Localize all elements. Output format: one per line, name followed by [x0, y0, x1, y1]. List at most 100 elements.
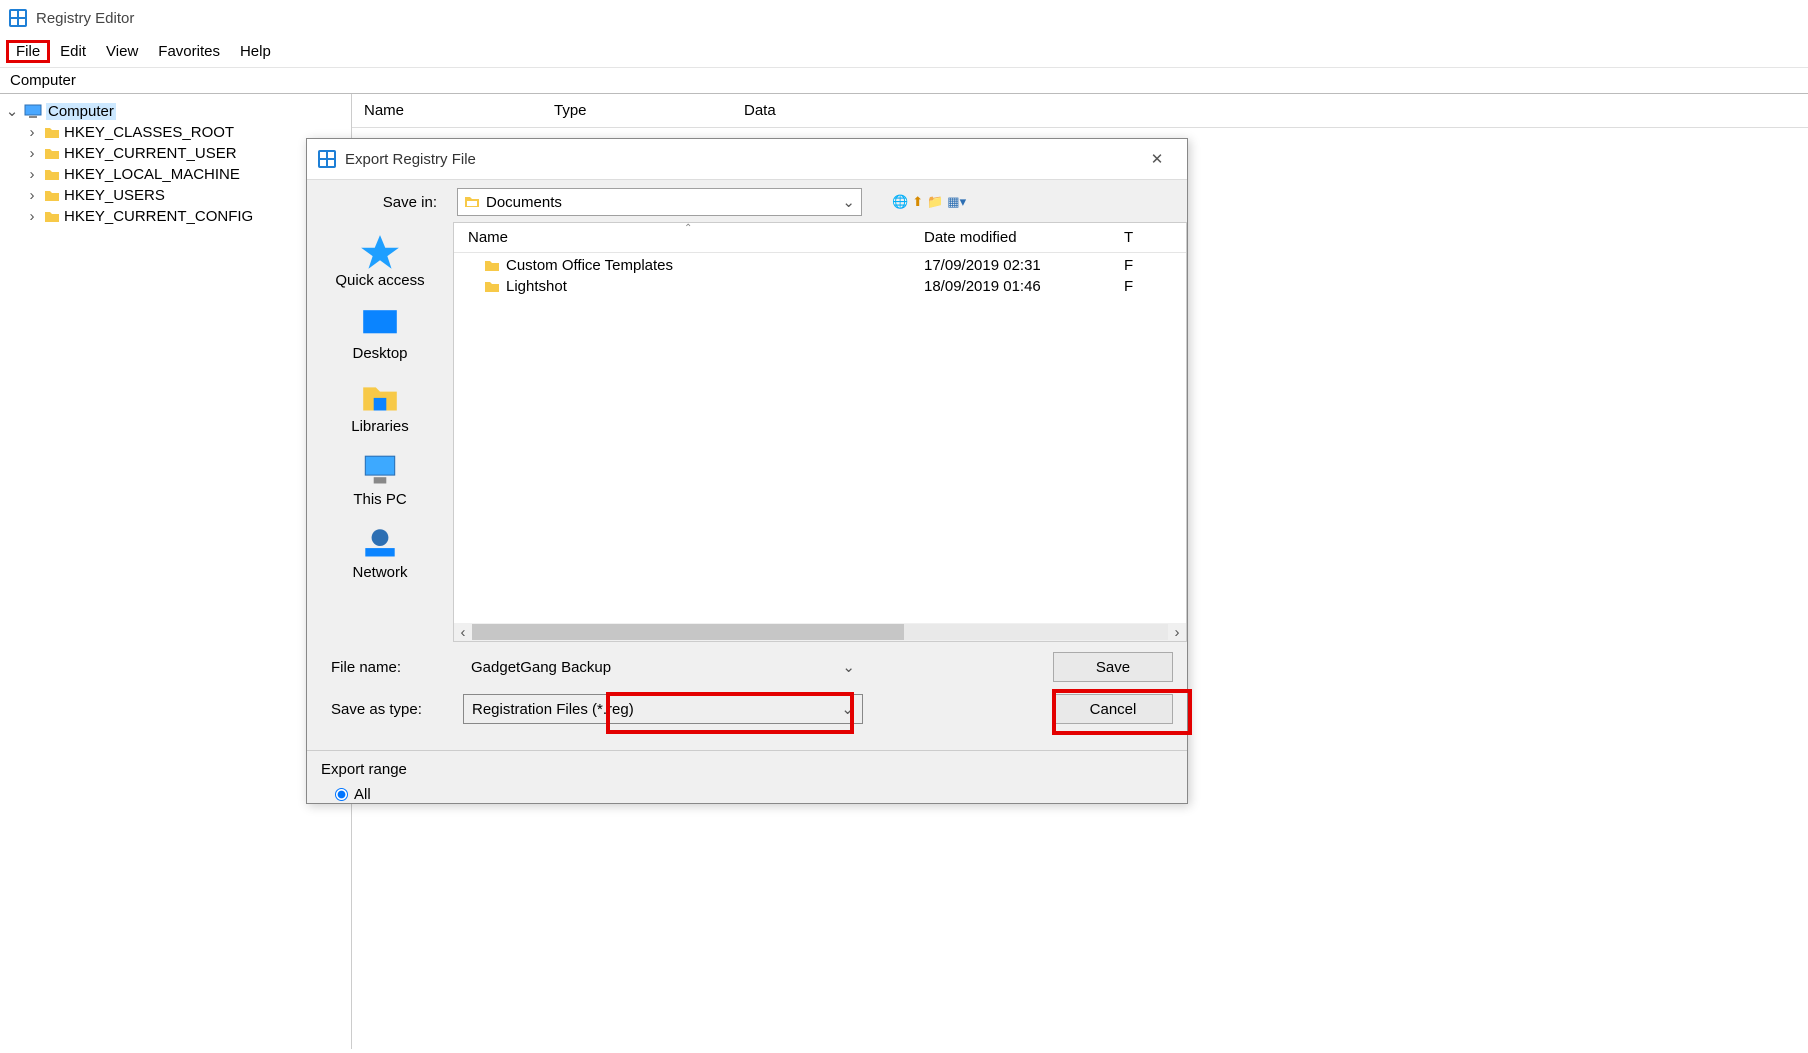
file-date: 17/09/2019 02:31 [924, 257, 1124, 274]
horizontal-scrollbar[interactable]: ‹ › [454, 623, 1186, 641]
folder-icon [44, 209, 60, 225]
up-icon[interactable]: ⬆ [912, 194, 923, 210]
cancel-button[interactable]: Cancel [1053, 694, 1173, 724]
tree-key[interactable]: › HKEY_CURRENT_CONFIG [24, 206, 347, 227]
tree-key[interactable]: › HKEY_CURRENT_USER [24, 143, 347, 164]
cancel-button-label: Cancel [1090, 701, 1137, 718]
back-icon[interactable]: 🌐 [892, 194, 908, 210]
address-bar[interactable]: Computer [0, 68, 1808, 94]
value-list-header[interactable]: Name Type Data [352, 94, 1808, 128]
dialog-titlebar[interactable]: Export Registry File ✕ [307, 139, 1187, 180]
file-row[interactable]: Custom Office Templates 17/09/2019 02:31… [454, 255, 1186, 276]
place-label: Libraries [351, 418, 409, 435]
save-type-value: Registration Files (*.reg) [472, 701, 634, 718]
scroll-track[interactable] [472, 624, 1168, 640]
folder-icon [44, 146, 60, 162]
file-type: F [1124, 257, 1186, 274]
desktop-icon [359, 307, 401, 341]
scroll-left-icon[interactable]: ‹ [454, 624, 472, 641]
close-button[interactable]: ✕ [1137, 145, 1177, 173]
window-title: Registry Editor [36, 10, 134, 27]
tree-key-label: HKEY_CURRENT_USER [64, 145, 237, 162]
folder-icon [44, 188, 60, 204]
place-this-pc[interactable]: This PC [307, 447, 453, 520]
chevron-right-icon[interactable]: › [24, 208, 40, 225]
tree-key[interactable]: › HKEY_CLASSES_ROOT [24, 122, 347, 143]
computer-icon [359, 453, 401, 487]
star-icon [359, 234, 401, 268]
view-menu-icon[interactable]: ▦▾ [947, 194, 966, 210]
menu-view[interactable]: View [96, 40, 148, 63]
folder-icon [44, 167, 60, 183]
save-in-value: Documents [486, 194, 562, 211]
menu-favorites[interactable]: Favorites [148, 40, 230, 63]
col-name[interactable]: Name [352, 100, 542, 121]
menu-edit[interactable]: Edit [50, 40, 96, 63]
place-label: This PC [353, 491, 406, 508]
menu-file[interactable]: File [6, 40, 50, 63]
file-list-header[interactable]: ⌃ Name Date modified T [454, 223, 1186, 253]
regedit-icon [8, 8, 28, 28]
menu-help[interactable]: Help [230, 40, 281, 63]
places-bar: Quick access Desktop Libraries This PC [307, 222, 453, 642]
col-data[interactable]: Data [732, 100, 1808, 121]
file-list[interactable]: ⌃ Name Date modified T Custom Office Tem… [453, 222, 1187, 642]
file-col-type[interactable]: T [1124, 229, 1186, 246]
place-network[interactable]: Network [307, 520, 453, 593]
place-desktop[interactable]: Desktop [307, 301, 453, 374]
chevron-right-icon[interactable]: › [24, 166, 40, 183]
close-icon: ✕ [1151, 150, 1164, 168]
save-in-label: Save in: [317, 194, 447, 211]
value-list: Name Type Data Export Registry File ✕ Sa… [352, 94, 1808, 1049]
menubar: File Edit View Favorites Help [0, 36, 1808, 68]
chevron-down-icon[interactable]: ⌄ [4, 102, 20, 120]
tree-key-label: HKEY_LOCAL_MACHINE [64, 166, 240, 183]
save-button[interactable]: Save [1053, 652, 1173, 682]
file-row[interactable]: Lightshot 18/09/2019 01:46 F [454, 276, 1186, 297]
export-range-all-radio[interactable] [335, 788, 348, 801]
tree-root-label: Computer [46, 103, 116, 120]
file-date: 18/09/2019 01:46 [924, 278, 1124, 295]
tree-key[interactable]: › HKEY_USERS [24, 185, 347, 206]
save-button-label: Save [1096, 659, 1130, 676]
titlebar: Registry Editor [0, 0, 1808, 36]
libraries-icon [359, 380, 401, 414]
export-range-legend: Export range [321, 761, 1173, 778]
place-label: Desktop [352, 345, 407, 362]
tree-key[interactable]: › HKEY_LOCAL_MACHINE [24, 164, 347, 185]
tree-root[interactable]: ⌄ Computer [4, 100, 347, 122]
save-in-combo[interactable]: Documents ⌄ [457, 188, 862, 216]
scroll-right-icon[interactable]: › [1168, 624, 1186, 641]
regedit-icon [317, 149, 337, 169]
file-col-date[interactable]: Date modified [924, 229, 1124, 246]
folder-icon [44, 125, 60, 141]
dialog-title: Export Registry File [345, 151, 1137, 168]
place-quick-access[interactable]: Quick access [307, 228, 453, 301]
folder-icon [484, 258, 500, 274]
place-label: Quick access [335, 272, 424, 289]
file-name-label: File name: [321, 659, 453, 676]
file-name: Custom Office Templates [506, 257, 673, 274]
chevron-down-icon: ⌄ [842, 193, 855, 211]
registry-tree[interactable]: ⌄ Computer › HKEY_CLASSES_ROOT › HKEY_CU… [0, 94, 352, 1049]
chevron-right-icon[interactable]: › [24, 124, 40, 141]
file-type: F [1124, 278, 1186, 295]
folder-icon [464, 194, 480, 210]
network-icon [359, 526, 401, 560]
folder-icon [484, 279, 500, 295]
tree-key-label: HKEY_CLASSES_ROOT [64, 124, 234, 141]
tree-key-label: HKEY_USERS [64, 187, 165, 204]
file-name-input[interactable] [463, 652, 863, 682]
col-type[interactable]: Type [542, 100, 732, 121]
place-label: Network [352, 564, 407, 581]
save-type-label: Save as type: [321, 701, 453, 718]
address-text: Computer [10, 72, 76, 89]
export-range-group: Export range All [307, 750, 1187, 803]
place-libraries[interactable]: Libraries [307, 374, 453, 447]
scroll-thumb[interactable] [472, 624, 904, 640]
save-type-combo[interactable]: Registration Files (*.reg) ⌄ [463, 694, 863, 724]
chevron-right-icon[interactable]: › [24, 145, 40, 162]
tree-key-label: HKEY_CURRENT_CONFIG [64, 208, 253, 225]
new-folder-icon[interactable]: 📁 [927, 194, 943, 210]
chevron-right-icon[interactable]: › [24, 187, 40, 204]
